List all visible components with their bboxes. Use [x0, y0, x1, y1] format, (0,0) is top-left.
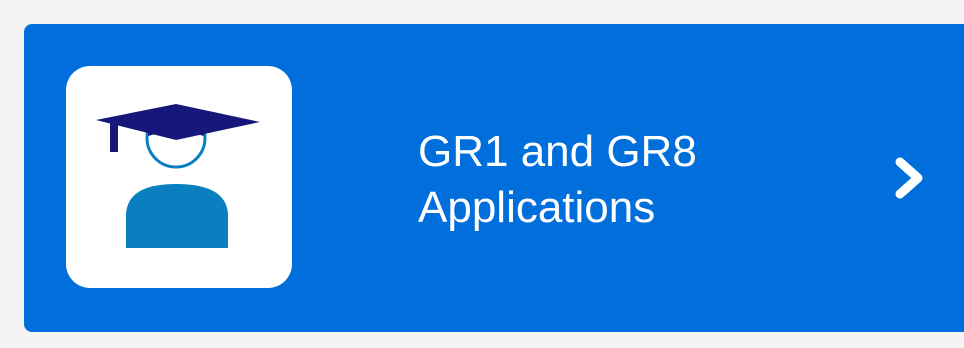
tile-title: GR1 and GR8 Applications: [418, 124, 838, 236]
chevron-right-icon[interactable]: [890, 154, 930, 202]
tile-title-line-1: GR1 and GR8: [418, 127, 697, 176]
gr1-gr8-applications-tile[interactable]: GR1 and GR8 Applications: [24, 24, 964, 332]
tile-title-line-2: Applications: [418, 183, 656, 232]
icon-container: [66, 66, 292, 288]
graduate-icon: [96, 104, 260, 248]
